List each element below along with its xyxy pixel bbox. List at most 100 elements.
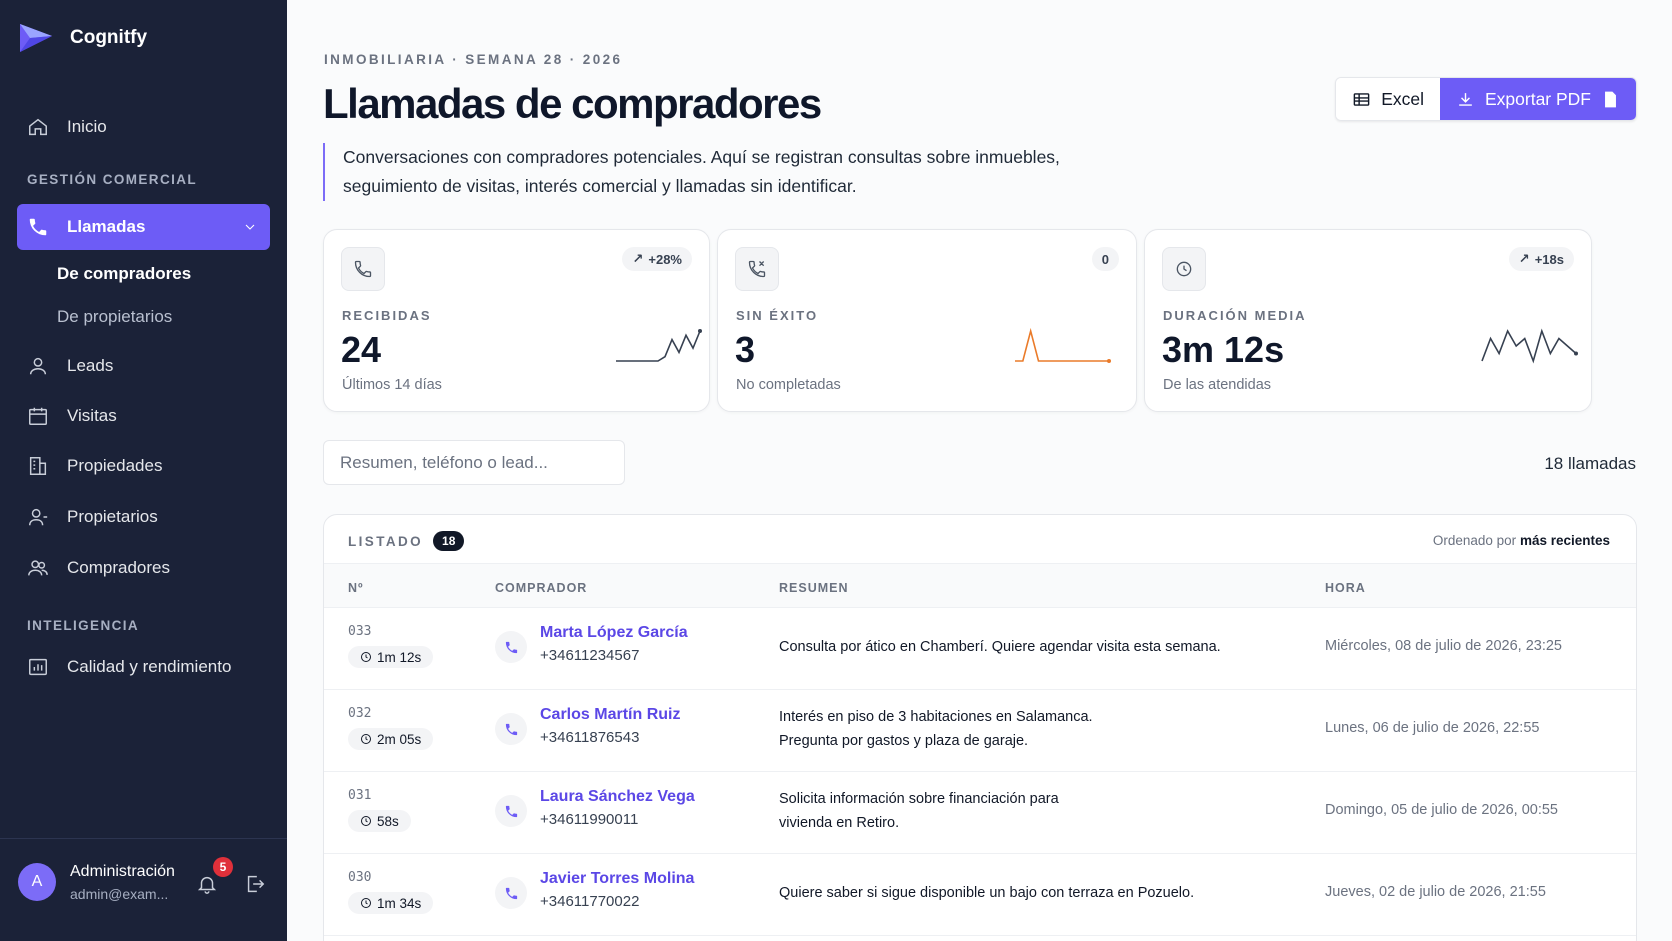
sidebar-item-home[interactable]: Inicio <box>17 104 270 150</box>
call-time: Jueves, 02 de julio de 2026, 21:55 <box>1325 884 1546 900</box>
search-input[interactable] <box>323 440 625 485</box>
summary-line: Quiere saber si sigue disponible un bajo… <box>779 885 1195 901</box>
list-count-badge: 18 <box>433 531 465 551</box>
column-header-buyer[interactable]: COMPRADOR <box>495 581 587 595</box>
card-label: DURACIÓN MEDIA <box>1163 308 1307 323</box>
duration-pill: 2m 05s <box>348 728 434 750</box>
duration-pill: 1m 12s <box>348 646 434 668</box>
chevron-down-icon[interactable] <box>242 219 258 235</box>
sidebar-item-label: Llamadas <box>67 217 146 236</box>
brand[interactable]: Cognitfy <box>18 22 147 54</box>
call-summary: Interés en piso de 3 habitaciones en Sal… <box>779 705 1259 753</box>
table-row[interactable]: 031 58s Laura Sánchez Vega +34611990011 … <box>324 772 1636 854</box>
sort-indicator[interactable]: Ordenado por más recientes <box>1433 533 1610 548</box>
sparkline-endpoint <box>1107 359 1111 363</box>
buyer-name-link[interactable]: Carlos Martín Ruiz <box>540 706 680 724</box>
call-icon-circle <box>495 795 527 827</box>
column-header-summary[interactable]: RESUMEN <box>779 581 849 595</box>
duration-value: 1m 12s <box>377 649 422 665</box>
sidebar-item-calls[interactable]: Llamadas <box>17 204 270 250</box>
sidebar-item-owners[interactable]: Propietarios <box>17 494 270 540</box>
table-row[interactable]: 032 2m 05s Carlos Martín Ruiz +346118765… <box>324 690 1636 772</box>
table-row[interactable]: 030 1m 34s Javier Torres Molina +3461177… <box>324 854 1636 936</box>
avatar[interactable]: A <box>18 863 56 901</box>
breadcrumb: INMOBILIARIA · SEMANA 28 · 2026 <box>324 52 623 67</box>
list-title: LISTADO <box>348 533 424 549</box>
card-label: RECIBIDAS <box>342 308 432 323</box>
call-summary: Quiere saber si sigue disponible un bajo… <box>779 881 1259 905</box>
card-subtitle: Últimos 14 días <box>342 377 442 393</box>
buyer-phone: +34611234567 <box>540 647 640 664</box>
user-key-icon <box>29 508 48 526</box>
sidebar: Cognitfy Inicio GESTIÓN COMERCIAL Llamad… <box>0 0 287 941</box>
card-icon-box <box>341 247 385 291</box>
table-icon <box>1353 92 1370 106</box>
sidebar-subitem-buyers[interactable]: De compradores <box>57 264 191 284</box>
call-summary: Consulta por ático en Chamberí. Quiere a… <box>779 635 1259 659</box>
arrow-up-right-icon: ↗ <box>1518 251 1530 266</box>
home-icon <box>29 118 47 136</box>
row-number: 031 <box>348 788 372 803</box>
column-header-time[interactable]: HORA <box>1325 581 1366 595</box>
call-summary: Solicita información sobre financiación … <box>779 787 1259 835</box>
trend-badge: ↗ +28% <box>622 247 692 271</box>
duration-value: 2m 05s <box>377 731 422 747</box>
summary-line: Pregunta por gastos y plaza de garaje. <box>779 733 1029 749</box>
trend-value: 0 <box>1101 251 1109 267</box>
export-pdf-label: Exportar PDF <box>1485 88 1591 109</box>
call-icon-circle <box>495 877 527 909</box>
building-icon <box>29 457 47 475</box>
phone-icon <box>505 887 517 899</box>
sidebar-item-label: Inicio <box>67 117 107 136</box>
column-header-number[interactable]: Nº <box>348 581 364 595</box>
stat-card-failed: 0 SIN ÉXITO 3 No completadas <box>717 229 1137 412</box>
sidebar-item-buyers[interactable]: Compradores <box>17 545 270 591</box>
call-icon-circle <box>495 631 527 663</box>
export-pdf-button[interactable]: Exportar PDF <box>1440 78 1636 120</box>
download-icon <box>1459 92 1472 106</box>
call-time: Miércoles, 08 de julio de 2026, 23:25 <box>1325 638 1562 654</box>
sidebar-item-leads[interactable]: Leads <box>17 343 270 389</box>
list-header: LISTADO 18 <box>348 531 465 551</box>
arrow-up-right-icon: ↗ <box>632 251 644 266</box>
logout-icon[interactable] <box>244 873 266 895</box>
sidebar-item-quality[interactable]: Calidad y rendimiento <box>17 644 270 690</box>
trend-value: +28% <box>648 251 682 267</box>
excel-button[interactable]: Excel <box>1336 78 1440 120</box>
sparkline <box>616 329 702 362</box>
table-row[interactable]: 033 1m 12s Marta López García +346112345… <box>324 608 1636 690</box>
card-value: 3m 12s <box>1162 329 1285 370</box>
call-icon-circle <box>495 713 527 745</box>
export-buttons: Excel Exportar PDF <box>1335 77 1637 121</box>
table-header: Nº COMPRADOR RESUMEN HORA <box>324 563 1636 608</box>
sparkline-path <box>616 330 701 362</box>
card-subtitle: No completadas <box>736 377 841 393</box>
call-count: 18 llamadas <box>1544 454 1636 473</box>
buyer-phone: +34611990011 <box>540 811 639 828</box>
chart-icon <box>29 658 47 676</box>
summary-line: vivienda en Retiro. <box>779 815 900 831</box>
sidebar-item-properties[interactable]: Propiedades <box>17 443 270 489</box>
buyer-phone: +34611770022 <box>540 893 640 910</box>
phone-icon <box>505 723 517 735</box>
buyer-name-link[interactable]: Laura Sánchez Vega <box>540 788 695 806</box>
sparkline <box>1015 327 1111 363</box>
sidebar-subitem-owners[interactable]: De propietarios <box>57 307 172 327</box>
excel-button-label: Excel <box>1381 88 1424 109</box>
sidebar-item-label: Propiedades <box>67 456 163 475</box>
sparkline <box>1481 328 1578 364</box>
phone-missed-icon <box>748 260 766 278</box>
duration-pill: 1m 34s <box>348 892 434 914</box>
clock-icon <box>361 898 371 908</box>
clock-icon <box>361 652 371 662</box>
brand-name: Cognitfy <box>70 27 148 48</box>
buyer-name-link[interactable]: Javier Torres Molina <box>540 870 694 888</box>
notification-badge: 5 <box>213 857 233 877</box>
sidebar-section-commercial: GESTIÓN COMERCIAL <box>27 172 198 187</box>
buyer-name-link[interactable]: Marta López García <box>540 624 688 642</box>
row-number: 032 <box>348 706 372 721</box>
bell-icon[interactable] <box>196 873 218 895</box>
card-value: 3 <box>735 329 756 370</box>
sidebar-item-visits[interactable]: Visitas <box>17 393 270 439</box>
row-number: 033 <box>348 624 372 639</box>
